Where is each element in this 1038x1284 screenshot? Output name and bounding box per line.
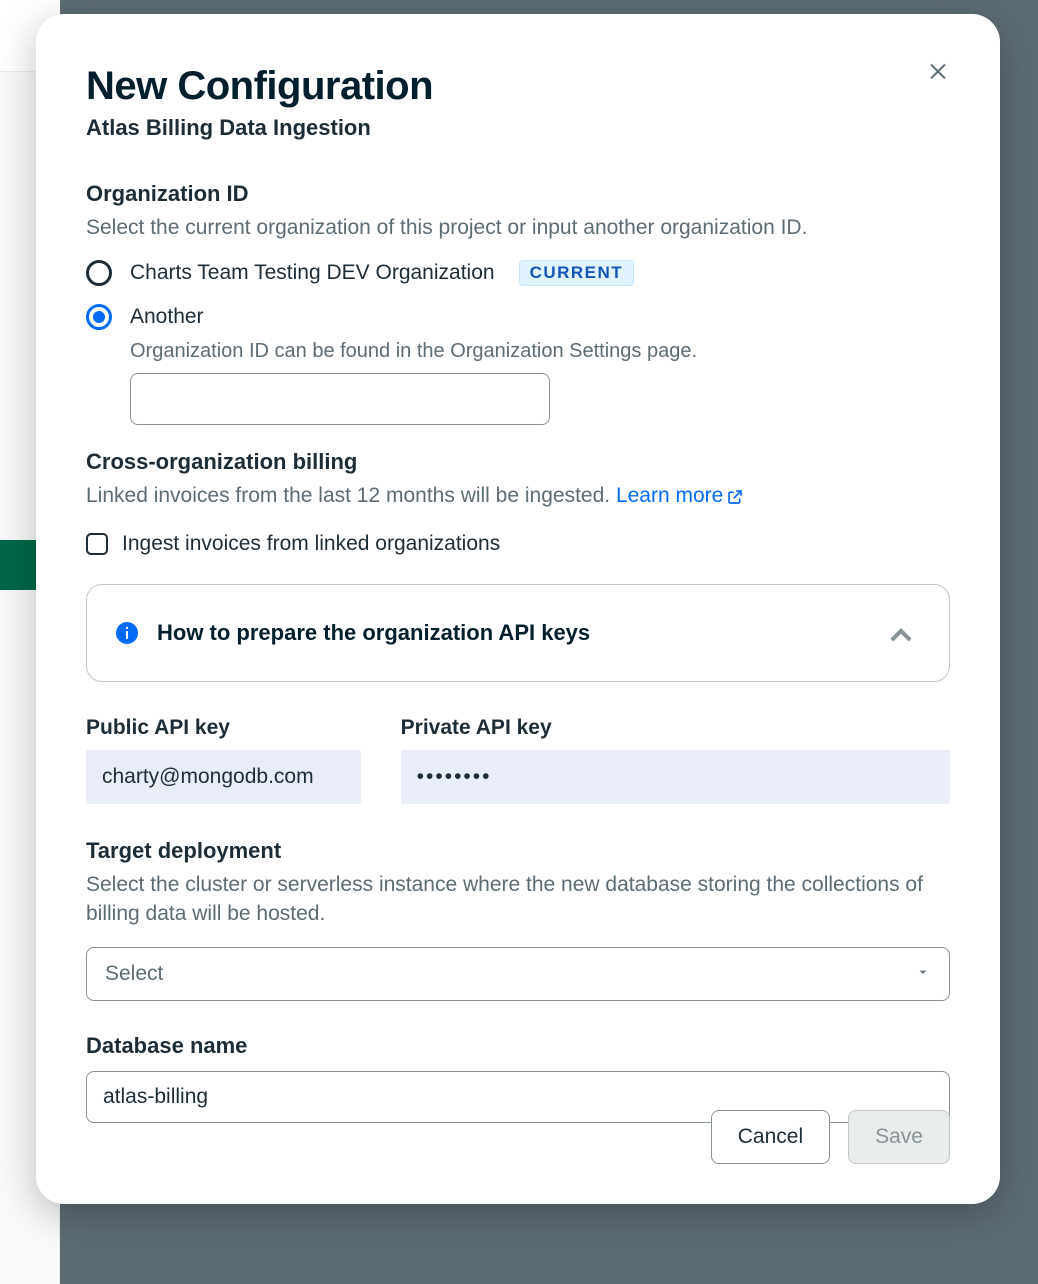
current-badge: CURRENT (519, 260, 635, 286)
target-deployment-desc: Select the cluster or serverless instanc… (86, 870, 950, 929)
database-name-label: Database name (86, 1033, 950, 1059)
radio-icon (86, 260, 112, 286)
api-keys-info-card[interactable]: How to prepare the organization API keys (86, 584, 950, 682)
info-card-title: How to prepare the organization API keys (157, 620, 590, 646)
close-icon[interactable] (920, 52, 956, 88)
learn-more-link[interactable]: Learn more (616, 484, 743, 507)
org-radio-current[interactable]: Charts Team Testing DEV Organization CUR… (86, 260, 950, 286)
private-api-key-label: Private API key (401, 716, 950, 740)
org-id-input[interactable] (130, 373, 550, 425)
radio-icon (86, 304, 112, 330)
target-deployment-placeholder: Select (105, 962, 163, 986)
caret-down-icon (915, 962, 931, 986)
modal-title: New Configuration (86, 64, 950, 109)
org-radio-another[interactable]: Another (86, 304, 950, 330)
org-radio-another-label: Another (130, 305, 204, 329)
modal-subtitle: Atlas Billing Data Ingestion (86, 115, 950, 141)
ingest-linked-label: Ingest invoices from linked organization… (122, 532, 500, 556)
cancel-button[interactable]: Cancel (711, 1110, 830, 1164)
org-id-desc: Select the current organization of this … (86, 213, 950, 242)
public-api-key-label: Public API key (86, 716, 361, 740)
target-deployment-select[interactable]: Select (86, 947, 950, 1001)
org-id-label: Organization ID (86, 181, 950, 207)
checkbox-icon (86, 533, 108, 555)
ingest-linked-checkbox[interactable]: Ingest invoices from linked organization… (86, 532, 950, 556)
private-api-key-field[interactable]: •••••••• (401, 750, 950, 804)
cross-billing-label: Cross-organization billing (86, 449, 950, 475)
org-another-hint: Organization ID can be found in the Orga… (130, 340, 950, 363)
public-api-key-field[interactable]: charty@mongodb.com (86, 750, 361, 804)
external-link-icon (727, 484, 743, 513)
save-button[interactable]: Save (848, 1110, 950, 1164)
org-radio-current-label: Charts Team Testing DEV Organization (130, 261, 495, 285)
target-deployment-label: Target deployment (86, 838, 950, 864)
cross-billing-desc: Linked invoices from the last 12 months … (86, 481, 950, 513)
info-icon (115, 621, 139, 645)
new-configuration-modal: New Configuration Atlas Billing Data Ing… (36, 14, 1000, 1204)
chevron-up-icon (881, 613, 921, 653)
